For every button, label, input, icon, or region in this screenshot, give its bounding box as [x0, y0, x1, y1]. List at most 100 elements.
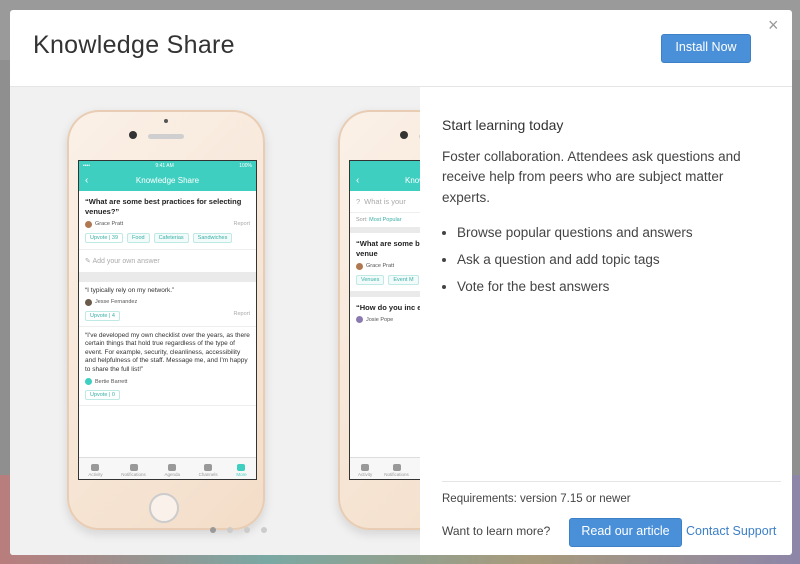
details-pane: Start learning today Foster collaboratio…: [420, 87, 792, 555]
contact-support-link[interactable]: Contact Support: [686, 524, 776, 538]
phone-screen: ‹ Know ? What is your Sort: Most Popular…: [349, 160, 420, 480]
speaker-icon: [148, 134, 184, 139]
camera-icon: [164, 119, 168, 123]
question-author: Josie Pope: [356, 316, 420, 324]
search-row: ? What is your: [350, 191, 420, 213]
tag-row: Upvote | 4 Report: [85, 310, 250, 321]
tag: Event M: [388, 274, 419, 285]
author-name: Jesse Fernandez: [95, 299, 138, 306]
author-name: Bertie Barrett: [95, 378, 128, 385]
tab-agenda: Agenda: [164, 464, 180, 477]
chevron-left-icon: ‹: [356, 175, 360, 186]
carousel-dot[interactable]: [244, 527, 250, 533]
author-name: Josie Pope: [366, 316, 394, 323]
tab-activity: Activity: [358, 464, 372, 477]
carousel-dot[interactable]: [261, 527, 267, 533]
learn-more-text: Want to learn more?: [442, 524, 551, 538]
feature-list: Browse popular questions and answers Ask…: [442, 225, 693, 306]
tag: Cafeterias: [153, 232, 189, 243]
sort-row: Sort: Most Popular: [356, 217, 402, 223]
question-card: “How do you inc engagement?” Josie Pope: [350, 297, 420, 330]
status-bar: •••• 9:41 AM 100%: [79, 161, 256, 171]
phone-mockup: ‹ Know ? What is your Sort: Most Popular…: [338, 110, 420, 530]
author-name: Grace Pratt: [366, 263, 395, 269]
question-card: “What are some best practices for select…: [350, 233, 420, 291]
avatar: [356, 262, 363, 270]
bell-icon: [129, 464, 138, 471]
tab-more: More: [236, 464, 247, 477]
battery-text: 100%: [239, 163, 252, 169]
answer-placeholder: Add your own answer: [92, 257, 160, 265]
chevron-left-icon: ‹: [85, 175, 89, 186]
divider: [442, 481, 781, 482]
tag-row: Venues Event M: [356, 274, 420, 285]
menu-icon: [237, 464, 246, 471]
tab-activity: Activity: [88, 464, 103, 477]
answer-item: “I typically rely on my network.” Jesse …: [79, 282, 256, 327]
report-link: Report: [233, 310, 250, 317]
tag: Sandwiches: [192, 232, 233, 243]
answer-input: ✎ Add your own answer: [79, 248, 256, 272]
home-icon: [361, 464, 370, 471]
answer-author: Jesse Fernandez: [85, 298, 250, 306]
close-icon[interactable]: ×: [768, 15, 779, 36]
calendar-icon: [168, 464, 177, 471]
app-tabbar: Activity Notifications: [350, 457, 420, 479]
carousel-dot[interactable]: [210, 527, 216, 533]
question-author: Grace Pratt Report: [85, 220, 250, 228]
status-bar: [350, 161, 420, 171]
question-text: “What are some best practices for select…: [356, 239, 420, 258]
answer-text: “I typically rely on my network.”: [85, 286, 175, 294]
details-description: Foster collaboration. Attendees ask ques…: [442, 149, 741, 205]
avatar: [356, 316, 363, 324]
avatar: [85, 220, 92, 228]
tab-notifications: Notifications: [384, 464, 409, 477]
sort-value: Most Popular: [369, 217, 402, 223]
requirements-text: Requirements: version 7.15 or newer: [442, 493, 631, 505]
answer-item: “I've developed my own checklist over th…: [79, 327, 256, 407]
question-author: Grace Pratt: [356, 262, 420, 270]
tag: Food: [127, 232, 150, 243]
upvote-badge: Upvote | 4: [85, 310, 120, 321]
tab-channels: Channels: [199, 464, 218, 477]
question-card: “What are some best practices for select…: [79, 191, 256, 249]
question-text: “What are some best practices for select…: [85, 197, 242, 216]
question-icon: ?: [356, 197, 361, 206]
question-text: “How do you inc engagement?”: [356, 302, 420, 312]
chat-icon: [204, 464, 213, 471]
author-name: Grace Pratt: [95, 221, 124, 227]
report-link: Report: [233, 221, 250, 227]
camera-icon: [400, 131, 408, 139]
read-article-button[interactable]: Read our article: [569, 518, 682, 547]
install-now-button[interactable]: Install Now: [661, 34, 751, 63]
avatar: [85, 378, 92, 386]
carousel-dots: [210, 527, 267, 533]
phone-screen: •••• 9:41 AM 100% ‹ Knowledge Share “Wha…: [78, 160, 257, 480]
modal-title: Knowledge Share: [33, 31, 235, 59]
tab-notifications: Notifications: [121, 464, 146, 477]
carousel-dot[interactable]: [227, 527, 233, 533]
feature-item: Vote for the best answers: [457, 279, 693, 294]
camera-icon: [129, 131, 137, 139]
app-tabbar: Activity Notifications Agenda Channels M…: [79, 457, 256, 479]
app-navbar: ‹ Knowledge Share: [79, 171, 256, 191]
nav-title: Know: [405, 176, 420, 185]
home-button: [149, 493, 179, 523]
bell-icon: [392, 464, 401, 471]
search-placeholder: What is your: [364, 197, 406, 206]
screenshot-carousel[interactable]: •••• 9:41 AM 100% ‹ Knowledge Share “Wha…: [10, 87, 420, 555]
tag-row: Upvote | 0: [85, 390, 250, 401]
answer-text: “I've developed my own checklist over th…: [85, 331, 250, 373]
tag: Venues: [356, 274, 385, 285]
avatar: [85, 298, 92, 306]
answer-author: Bertie Barrett: [85, 378, 250, 386]
upvote-badge: Upvote | 0: [85, 390, 120, 401]
feature-item: Browse popular questions and answers: [457, 225, 693, 240]
tag-row: Upvote | 39 Food Cafeterias Sandwiches: [85, 232, 250, 243]
feature-item: Ask a question and add topic tags: [457, 252, 693, 267]
upvote-badge: Upvote | 39: [85, 232, 124, 243]
modal-header: Knowledge Share Install Now ×: [10, 10, 792, 87]
status-time: 9:41 AM: [155, 163, 174, 169]
knowledge-share-modal: Knowledge Share Install Now × •••• 9:41 …: [10, 10, 792, 555]
app-navbar: ‹ Know: [350, 171, 420, 191]
